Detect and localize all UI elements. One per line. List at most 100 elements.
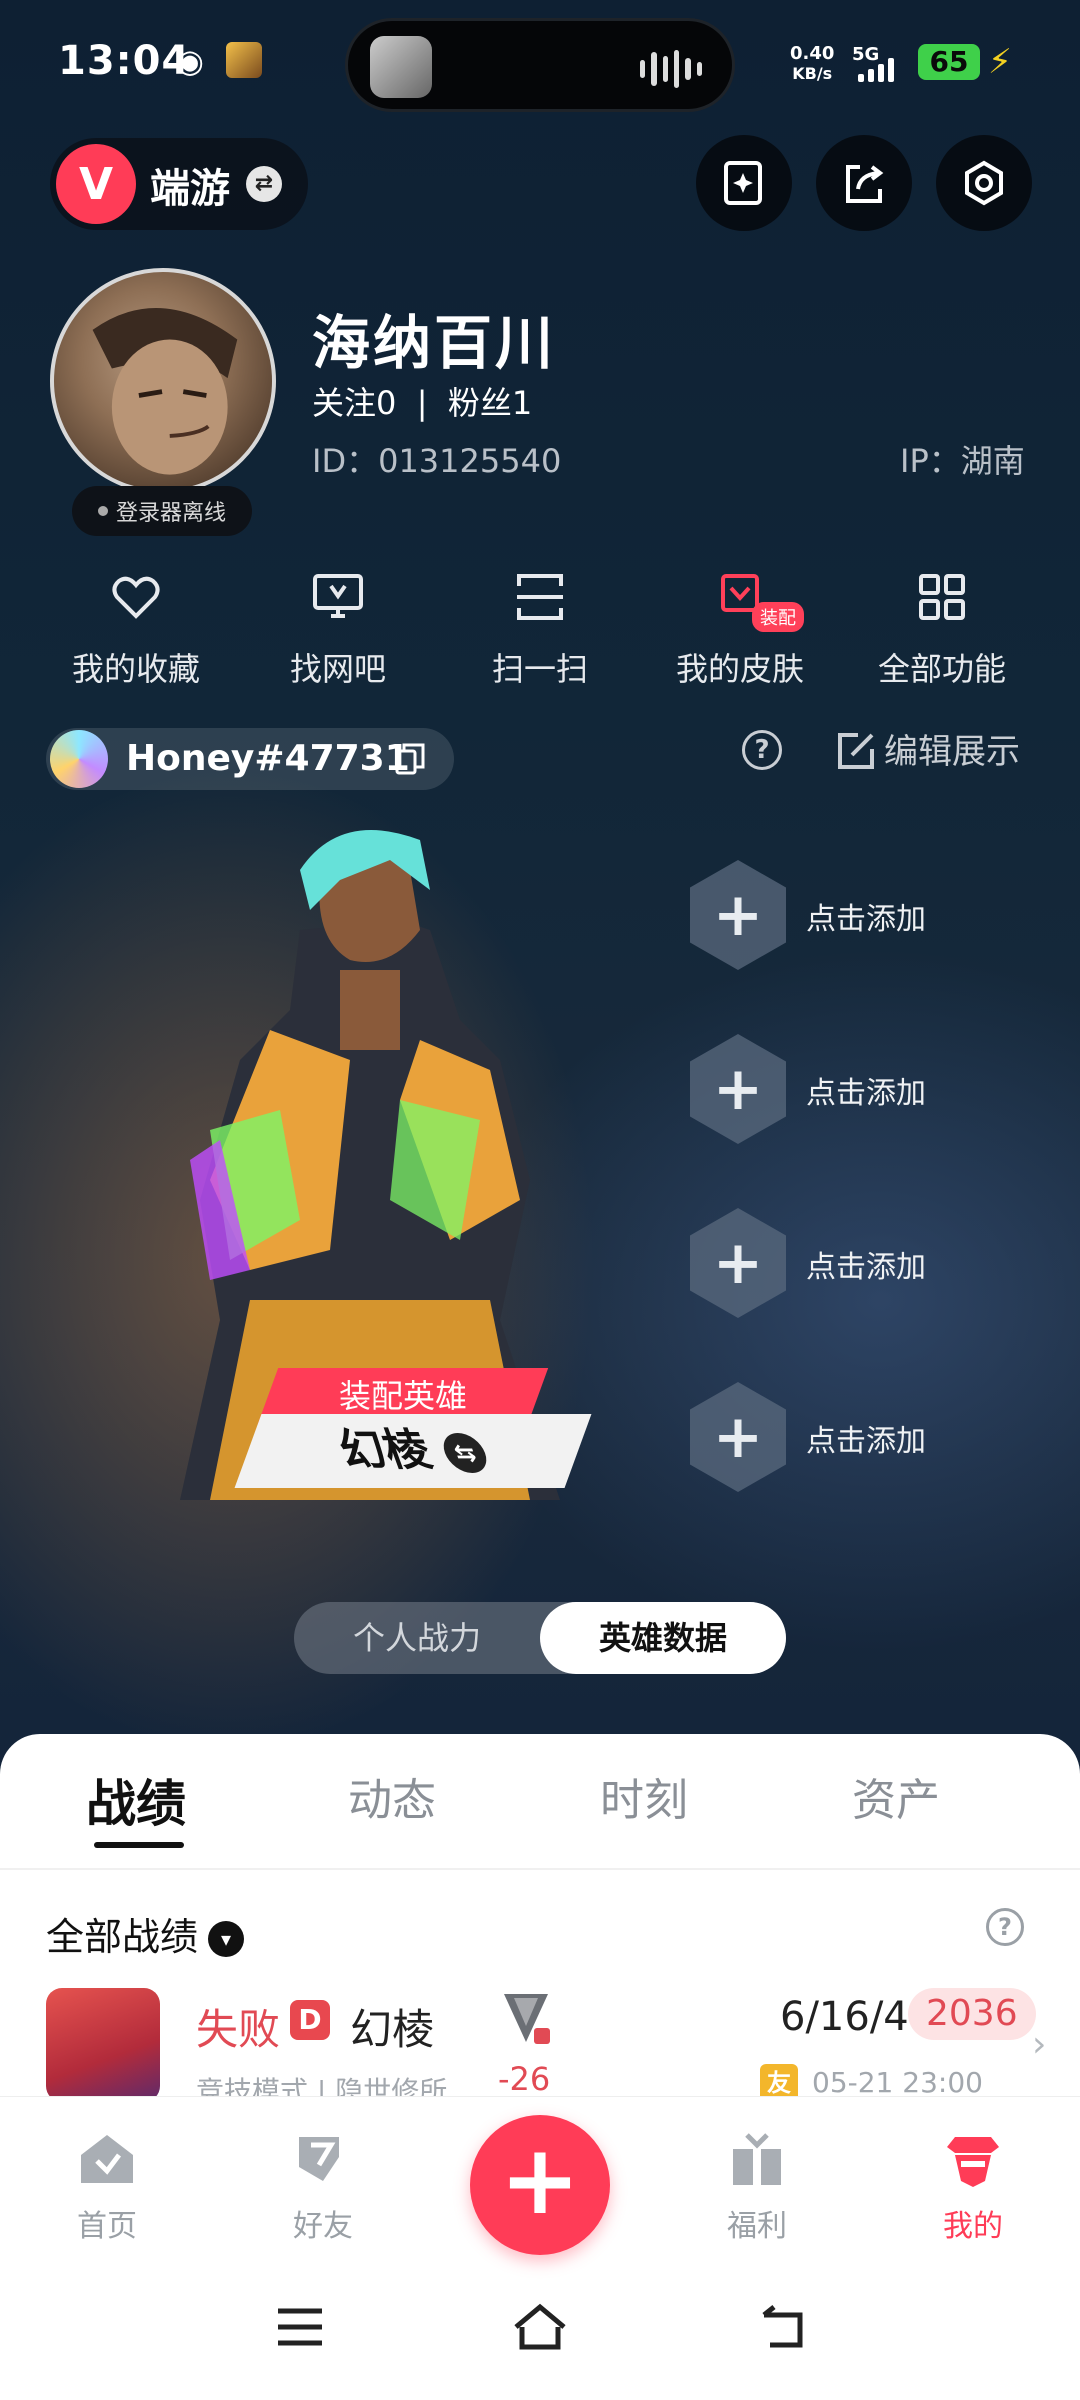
menu-find-netcafe-label: 找网吧 [289,650,386,688]
launcher-status: 登录器离线 [72,486,252,536]
agent-thumbnail [46,1988,160,2102]
menu-my-skins[interactable]: 装配 我的皮肤 [640,560,840,690]
valorant-logo: V [56,144,136,224]
tab-moments[interactable]: 时刻 [600,1764,688,1828]
avatar[interactable] [50,268,276,494]
records-help-icon[interactable]: ? [986,1908,1024,1946]
create-post-button[interactable]: + [470,2115,610,2255]
profile-icon [947,2137,999,2187]
nav-welfare[interactable]: 福利 [682,2127,832,2245]
nav-welfare-label: 福利 [727,2209,787,2244]
match-score: 2036 [908,1988,1036,2040]
agent-name: 幻棱 [331,1425,439,1476]
audio-wave-icon [640,49,702,89]
back-icon[interactable] [750,2297,810,2357]
menu-icon[interactable] [270,2297,330,2357]
add-slot-label: 点击添加 [806,1250,926,1285]
record-filter[interactable]: 全部战绩 ▾ [46,1906,245,1961]
nav-home[interactable]: 首页 [32,2127,182,2245]
battery-indicator: 65 [918,44,980,80]
menu-scan[interactable]: 扫一扫 [440,560,640,690]
create-note-button[interactable] [696,135,792,231]
charging-icon: ⚡ [988,42,1012,82]
signal-icon [858,58,894,82]
edit-showcase-button[interactable]: 编辑展示 [836,724,1020,773]
chevron-right-icon: › [1032,2024,1047,2065]
plus-icon: + [690,860,786,970]
stats-toggle: 个人战力 英雄数据 [294,1602,786,1674]
riot-id-pill[interactable]: Honey#47731 [46,728,454,790]
add-slot-3[interactable]: + 点击添加 [690,1208,1030,1318]
media-thumbnail [370,36,432,98]
gift-icon [733,2133,781,2185]
menu-my-skins-label: 我的皮肤 [675,650,804,688]
tab-assets[interactable]: 资产 [852,1764,940,1828]
home-icon [81,2135,133,2183]
net-speed: 0.40 KB/s [790,44,834,84]
toggle-personal-power[interactable]: 个人战力 [294,1602,540,1674]
menu-favorites[interactable]: 我的收藏 [36,560,236,690]
agent-name-plate[interactable]: 幻棱 ⇆ [234,1414,592,1488]
plus-icon: + [690,1208,786,1318]
nav-me-label: 我的 [943,2209,1003,2244]
add-slot-4[interactable]: + 点击添加 [690,1382,1030,1492]
edit-icon [838,733,874,769]
scan-icon [517,574,563,620]
menu-all-features-label: 全部功能 [877,650,1006,688]
plus-icon: + [690,1382,786,1492]
home-nav-icon[interactable] [510,2297,570,2357]
menu-find-netcafe[interactable]: 找网吧 [238,560,438,690]
tab-indicator [94,1842,184,1848]
app-root: 13:04 ◉ 0.40 KB/s 5G 65 ⚡ V 端游 ⇄ 登录器离线 海… [0,0,1080,2400]
record-filter-label: 全部战绩 [46,1915,199,1959]
equip-badge: 装配 [752,602,804,632]
divider [0,1868,1080,1870]
match-result: 失败 [196,2005,281,2054]
note-add-icon [724,161,762,205]
help-icon[interactable]: ? [742,730,782,770]
swap-agent-icon: ⇆ [437,1433,493,1473]
share-button[interactable] [816,135,912,231]
copy-icon[interactable] [394,742,426,776]
nav-me[interactable]: 我的 [898,2127,1048,2245]
friends-icon [299,2137,339,2181]
clock: 13:04 [58,38,191,84]
status-bar: 13:04 ◉ 0.40 KB/s 5G 65 ⚡ [0,0,1080,130]
tab-match-history[interactable]: 战绩 [86,1764,186,1836]
add-slot-2[interactable]: + 点击添加 [690,1034,1030,1144]
settings-icon [965,160,1003,206]
edit-showcase-label: 编辑展示 [884,732,1020,772]
rank-icon [504,1994,550,2044]
add-slot-label: 点击添加 [806,1076,926,1111]
riot-id: Honey#47731 [126,738,410,779]
ip-location: IP：湖南 [900,442,1025,480]
dynamic-island[interactable] [345,18,735,112]
globe-icon: ◉ [176,42,204,80]
monitor-icon [313,574,363,618]
user-id: ID：013125540 [312,442,562,480]
nav-friends-label: 好友 [293,2209,353,2244]
heart-icon [112,576,160,619]
game-name: 端游 [150,166,230,212]
net-speed-unit: KB/s [792,64,833,83]
game-switcher[interactable]: V 端游 ⇄ [50,138,308,230]
follow-stats[interactable]: 关注0 | 粉丝1 [312,378,532,424]
chevron-down-icon: ▾ [208,1921,245,1957]
tab-feed[interactable]: 动态 [348,1764,436,1828]
rank-rating-change: -26 [498,2060,551,2098]
toggle-agent-data[interactable]: 英雄数据 [540,1602,786,1674]
app-notification-icon [226,42,262,78]
status-dot [97,506,108,516]
plus-icon: + [690,1034,786,1144]
match-kda: 6/16/4 [780,1994,909,2040]
swap-icon: ⇄ [246,166,282,202]
menu-favorites-label: 我的收藏 [71,650,200,688]
share-icon [846,165,884,203]
bottom-nav: 首页 好友 + 福利 我的 [0,2096,1080,2400]
menu-all-features[interactable]: 全部功能 [842,560,1042,690]
match-agent: 幻棱 [350,2005,435,2054]
nav-friends[interactable]: 好友 [248,2127,398,2245]
settings-button[interactable] [936,135,1032,231]
add-slot-label: 点击添加 [806,902,926,937]
add-slot-1[interactable]: + 点击添加 [690,860,1030,970]
